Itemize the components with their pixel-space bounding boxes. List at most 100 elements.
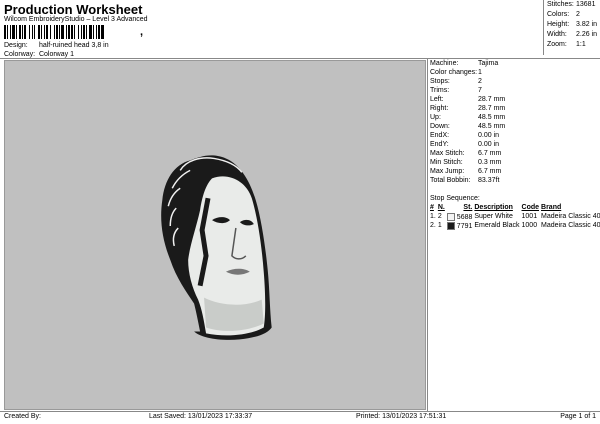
machine-info-row: EndX: 0.00 in [429,131,600,140]
summary-label: Zoom: [547,41,567,48]
machine-info-value: 0.00 in [478,141,500,148]
machine-info-row: Total Bobbin: 83.37ft [429,176,600,185]
barcode-bar [71,25,73,39]
stop-sequence-panel: Stop Sequence: # N. St. Description Code… [429,194,600,230]
colorway-row: Colorway: Colorway 1 [4,51,74,58]
barcode-bar [4,25,6,39]
summary-value: 13681 [576,1,596,8]
barcode-bar [38,25,40,39]
machine-info-row: EndY: 0.00 in [429,140,600,149]
page-number: Page 1 of 1 [560,413,596,420]
summary-row: Stitches: 13681 [544,0,600,10]
stop-stitches: 7791 [446,221,474,230]
machine-info-value: Tajima [478,60,499,67]
barcode [4,25,104,39]
machine-info-label: Down: [430,123,450,130]
barcode-bar [61,25,64,39]
stop-n: 1 [437,222,442,229]
barcode-bar [7,25,8,39]
machine-info-row: Max Jump: 6.7 mm [429,167,600,176]
stop-stitches: 5688 [446,212,474,221]
barcode-bar [34,25,35,39]
barcode-bar [86,25,87,39]
machine-info-label: EndX: [430,132,450,139]
summary-value: 2 [576,11,580,18]
summary-label: Width: [547,31,567,38]
stop-sequence-table: # N. St. Description Code Brand 1. 2 5688… [429,203,600,230]
stop-n: 2 [437,213,442,220]
col-st: St. [463,204,473,211]
summary-value: 3.82 in [576,21,598,28]
thread-brand: Madeira Classic 40 [541,213,600,220]
machine-info-value: 6.7 mm [478,150,502,157]
barcode-bar [98,25,100,39]
barcode-bar [12,25,15,39]
machine-info-label: Stops: [430,78,450,85]
machine-info-label: Trims: [430,87,450,94]
barcode-bar [22,25,23,39]
barcode-bar [89,25,92,39]
colorway-value: Colorway 1 [38,51,74,58]
machine-info-label: Min Stitch: [430,159,463,166]
barcode-bar [29,25,30,39]
design-preview[interactable] [4,60,426,410]
stitch-count: 7791 [456,222,473,230]
barcode-bar [32,25,33,39]
barcode-bar [44,25,45,39]
machine-info-row: Stops: 2 [429,77,600,86]
barcode-bar [68,25,70,39]
summary-box: Stitches: 13681 Colors: 2 Height: 3.82 in W… [543,0,600,55]
worksheet-title: Production Worksheet [4,2,143,17]
thread-description: Emerald Black [474,222,520,229]
machine-info-value: 0.3 mm [478,159,502,166]
summary-row: Zoom: 1:1 [544,40,600,50]
barcode-bar [66,25,67,39]
barcode-bar [41,25,42,39]
barcode-bar [74,25,75,39]
created-by: Created By: [4,413,41,420]
machine-info-label: Machine: [430,60,459,67]
machine-info-value: 2 [478,78,482,85]
stop-sequence-caption: Stop Sequence: [430,195,480,202]
machine-info-panel: Machine: Tajima Color changes:1 Stops: 2 Trim… [429,59,600,185]
barcode-bar [16,25,17,39]
col-description: Description [474,204,513,211]
machine-info-value: 83.37ft [478,177,500,184]
barcode-bar [59,25,60,39]
machine-info-row: Color changes:1 [429,68,600,77]
barcode-bar [10,25,11,39]
machine-info-label: Right: [430,105,449,112]
colorway-label: Colorway: [4,51,36,58]
table-row[interactable]: 2. 1 7791 Emerald Black 1000 Madeira Classic… [429,221,600,230]
summary-row: Width: 2.26 in [544,30,600,40]
machine-info-value: 28.7 mm [478,105,506,112]
summary-value: 1:1 [576,41,586,48]
summary-value: 2.26 in [576,31,598,38]
stitch-count: 5688 [456,213,473,221]
machine-info-label: Max Stitch: [430,150,465,157]
col-brand: Brand [541,204,562,211]
barcode-bar [101,25,104,39]
summary-label: Height: [547,21,570,28]
summary-label: Stitches: [547,1,574,8]
barcode-bar [81,25,82,39]
col-code: Code [521,204,540,211]
machine-info-label: Color changes: [430,69,478,76]
thread-code: 1001 [521,213,538,220]
machine-info-value: 48.5 mm [478,114,506,121]
barcode-bar [54,25,55,39]
machine-info-value: 1 [478,69,482,76]
stop-num: 2. [430,222,436,229]
barcode-bar [93,25,94,39]
machine-info-value: 28.7 mm [478,96,506,103]
machine-info-label: Up: [430,114,441,121]
summary-row: Height: 3.82 in [544,20,600,30]
barcode-bar [46,25,48,39]
thread-brand: Madeira Classic 40 [541,222,600,229]
printed-date: Printed: 13/01/2023 17:51:31 [356,413,447,420]
table-row[interactable]: 1. 2 5688 Super White 1001 Madeira Classic 4… [429,212,600,221]
machine-info-row: Right: 28.7 mm [429,104,600,113]
design-name-row: Design: half-ruined head 3,8 in [4,42,109,49]
barcode-bar [50,25,51,39]
machine-info-label: Max Jump: [430,168,465,175]
